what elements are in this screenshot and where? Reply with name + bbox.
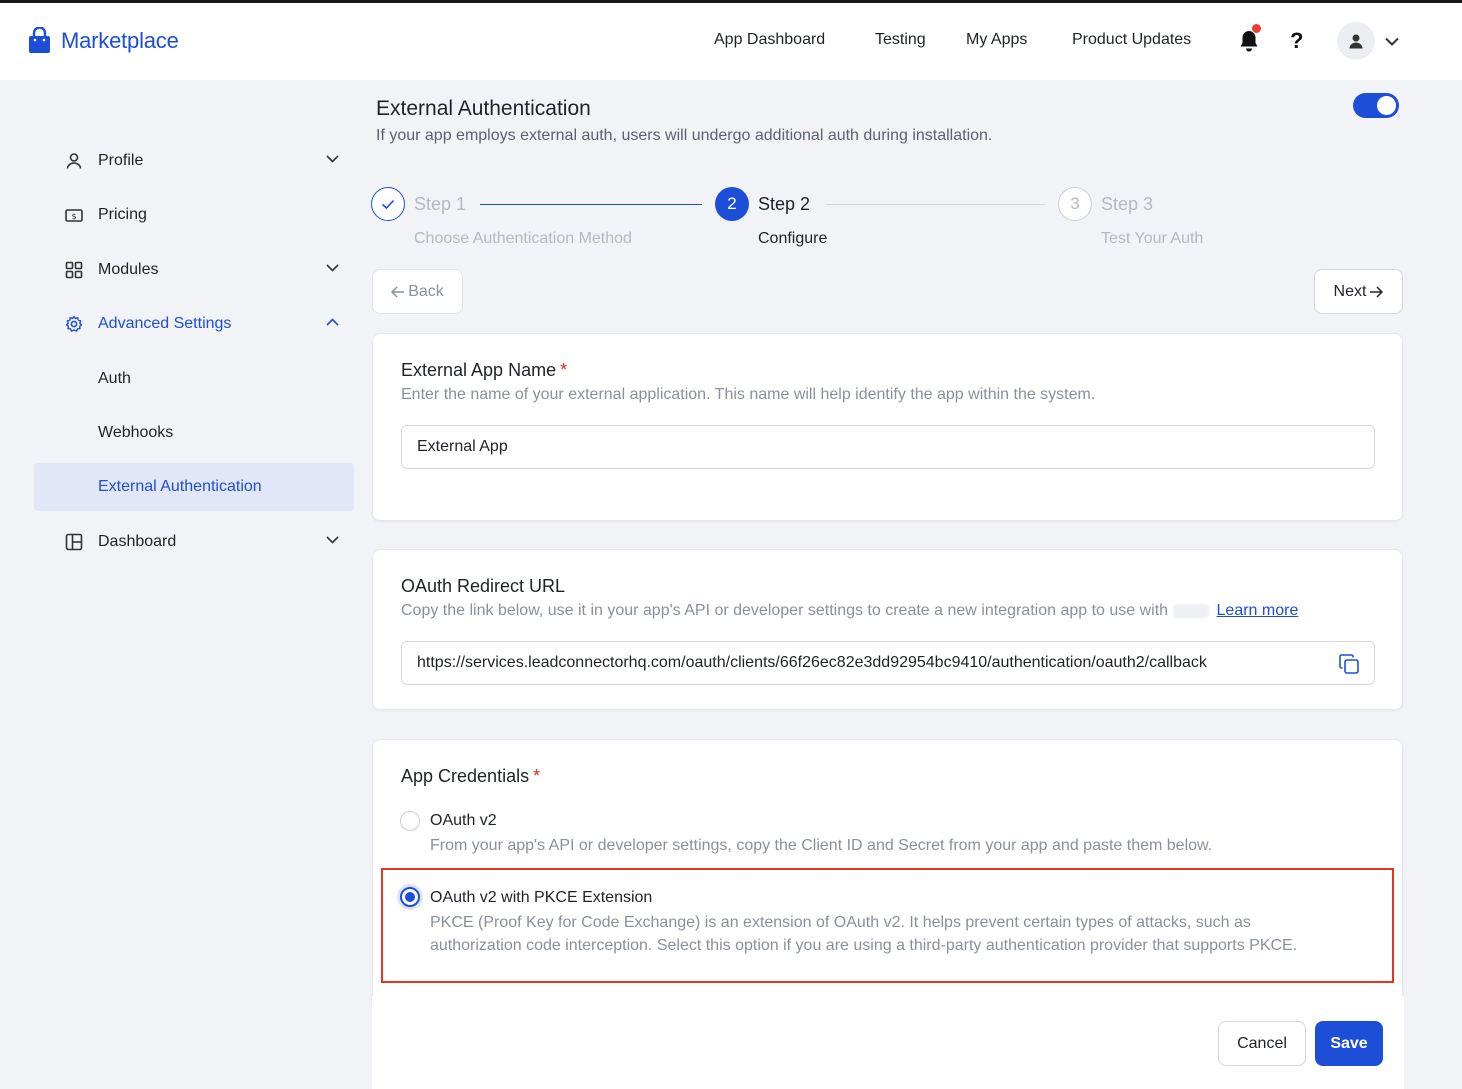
step-connector-2 [826,204,1045,205]
arrow-left-icon [391,285,405,298]
app-name-description: Enter the name of your external applicat… [401,386,1096,403]
sidebar-item-auth[interactable]: Auth [34,355,354,403]
back-button-label: Back [408,282,444,300]
arrow-right-icon [1370,285,1384,298]
sidebar-item-label: Dashboard [98,533,177,550]
check-icon [381,199,395,209]
nav-product-updates[interactable]: Product Updates [1072,31,1191,49]
step-connector-1 [480,204,702,205]
sidebar-item-label: Modules [98,261,159,278]
chevron-up-icon [326,318,339,326]
copy-icon[interactable] [1338,653,1360,675]
sidebar-item-label: Profile [98,152,144,169]
chevron-down-icon [1385,37,1399,46]
oauth-v2-pkce-radio[interactable] [400,887,420,907]
oauth-redirect-card: OAuth Redirect URL Copy the link below, … [372,549,1403,710]
pkce-description-line-1: PKCE (Proof Key for Code Exchange) is an… [430,914,1251,931]
chevron-down-icon [326,536,339,544]
redacted-text [1172,603,1209,618]
app-name-title: External App Name [401,360,557,380]
sidebar-item-label: Advanced Settings [98,315,232,332]
oauth-v2-label[interactable]: OAuth v2 [430,812,497,830]
page-subtitle: If your app employs external auth, users… [376,127,993,144]
shopping-bag-icon [29,27,50,53]
oauth-v2-pkce-label[interactable]: OAuth v2 with PKCE Extension [430,889,652,907]
step-1-indicator [371,187,405,221]
step-2-subtitle: Configure [758,230,828,247]
credentials-title: App Credentials [401,766,530,786]
pricing-icon: $ [65,209,83,222]
brand-name: Marketplace [61,27,179,53]
save-button[interactable]: Save [1315,1021,1383,1066]
sidebar-item-label: External Authentication [98,478,262,495]
external-auth-toggle[interactable] [1353,93,1399,118]
card-title: App Credentials * [401,766,540,787]
step-3-title: Step 3 [1101,194,1154,214]
chevron-down-icon [326,264,339,272]
redirect-url-field[interactable]: https://services.leadconnectorhq.com/oau… [401,641,1375,685]
sidebar-item-profile[interactable]: Profile [34,137,354,185]
person-icon [1349,34,1363,49]
next-button[interactable]: Next [1314,269,1403,314]
step-2-indicator: 2 [715,187,749,221]
next-button-label: Next [1333,282,1367,300]
sidebar-item-label: Pricing [98,206,147,223]
top-header: Marketplace App Dashboard Testing My App… [0,3,1462,80]
external-app-name-input[interactable]: External App [401,425,1375,469]
step-1-title: Step 1 [414,194,467,214]
back-button[interactable]: Back [372,269,463,314]
redirect-description: Copy the link below, use it in your app'… [401,602,1298,620]
oauth-v2-description: From your app's API or developer setting… [430,837,1213,854]
user-icon [66,153,82,169]
gear-icon [65,315,83,332]
learn-more-link[interactable]: Learn more [1217,602,1299,619]
sidebar-item-dashboard[interactable]: Dashboard [34,518,354,566]
sidebar-item-advanced-settings[interactable]: Advanced Settings [34,300,354,348]
brand-logo[interactable]: Marketplace [28,27,179,54]
chevron-down-icon [326,155,339,163]
notification-dot [1252,24,1261,33]
input-value: External App [417,438,508,455]
step-1-subtitle: Choose Authentication Method [414,230,632,247]
svg-text:$: $ [71,212,76,221]
required-marker: * [533,766,541,786]
step-2-title: Step 2 [758,194,811,214]
redirect-title: OAuth Redirect URL [401,576,566,596]
nav-app-dashboard[interactable]: App Dashboard [714,31,825,49]
redirect-description-text: Copy the link below, use it in your app'… [401,602,1169,619]
nav-testing[interactable]: Testing [875,31,926,49]
oauth-v2-radio[interactable] [400,811,420,831]
account-menu[interactable] [1337,22,1399,60]
sidebar-item-modules[interactable]: Modules [34,246,354,294]
card-title: External App Name * [401,360,567,381]
step-3-subtitle: Test Your Auth [1101,230,1204,247]
external-app-name-card: External App Name * Enter the name of you… [372,333,1403,521]
nav-my-apps[interactable]: My Apps [966,31,1027,49]
redirect-url-value: https://services.leadconnectorhq.com/oau… [417,654,1207,671]
help-icon[interactable]: ? [1290,28,1303,54]
avatar[interactable] [1337,22,1375,60]
sidebar-item-webhooks[interactable]: Webhooks [34,409,354,457]
sidebar-item-label: Webhooks [98,424,174,441]
grid-icon [65,261,83,279]
sidebar-item-external-authentication[interactable]: External Authentication [34,463,354,511]
app-credentials-card: App Credentials * [372,739,1403,1009]
page-title: External Authentication [376,97,591,120]
sidebar-item-label: Auth [98,370,131,387]
pkce-description-line-2: authorization code interception. Select … [430,937,1298,954]
cancel-button[interactable]: Cancel [1218,1021,1306,1066]
sidebar-item-pricing[interactable]: $ Pricing [34,191,354,239]
dashboard-icon [65,533,83,551]
step-3-indicator: 3 [1058,187,1092,221]
required-marker: * [560,360,568,380]
